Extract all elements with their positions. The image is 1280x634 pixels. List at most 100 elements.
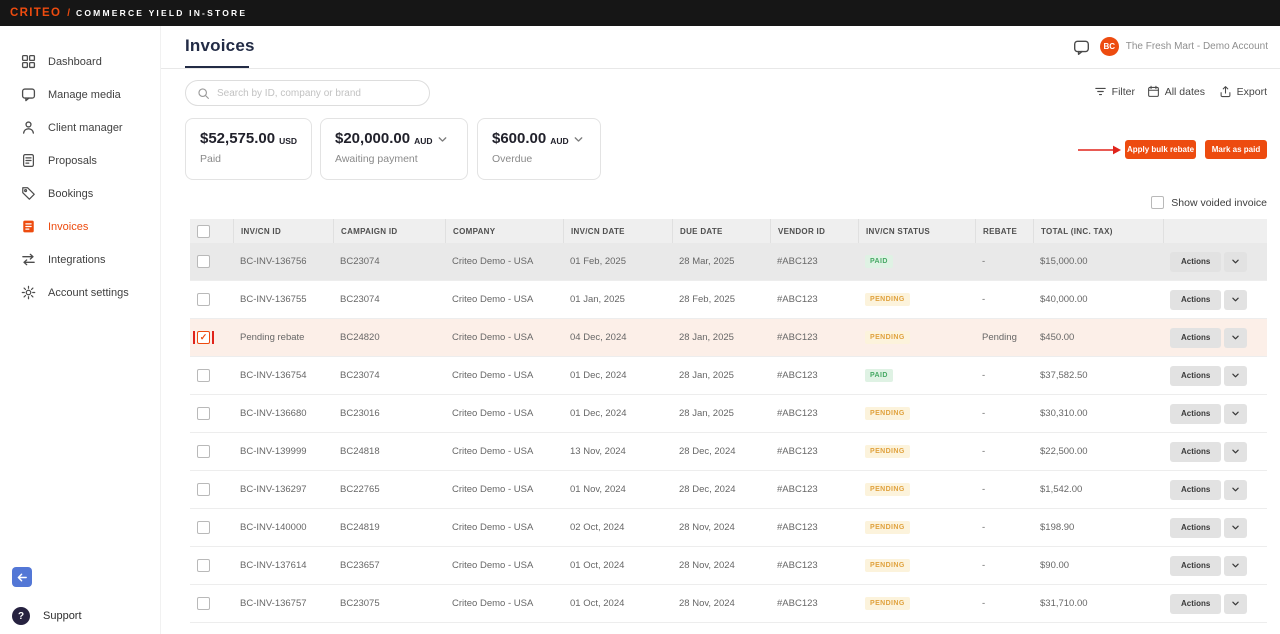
sidebar-item-client-manager[interactable]: Client manager <box>0 111 160 144</box>
sidebar-item-dashboard[interactable]: Dashboard <box>0 45 160 78</box>
row-checkbox[interactable] <box>197 597 210 610</box>
chevron-down-icon[interactable] <box>437 134 448 145</box>
company-cell: Criteo Demo - USA <box>445 332 563 343</box>
collapse-sidebar-button[interactable] <box>12 567 32 587</box>
app-root: CRITEO / COMMERCE YIELD IN-STORE Dashboa… <box>0 0 1280 634</box>
inv-date-cell: 02 Oct, 2024 <box>563 522 672 533</box>
account-menu[interactable]: BC The Fresh Mart - Demo Account <box>1100 37 1268 56</box>
actions-button[interactable]: Actions <box>1170 290 1221 310</box>
chat-button[interactable] <box>1073 39 1090 59</box>
actions-dropdown-button[interactable] <box>1224 442 1247 462</box>
due-date-cell: 28 Dec, 2024 <box>672 446 770 457</box>
campaign-id-cell: BC23657 <box>333 560 445 571</box>
actions-button[interactable]: Actions <box>1170 594 1221 614</box>
actions-button[interactable]: Actions <box>1170 366 1221 386</box>
calendar-icon <box>1147 85 1160 98</box>
search-input[interactable] <box>217 88 418 99</box>
table-row: BC-INV-139999BC24818Criteo Demo - USA13 … <box>190 433 1267 471</box>
sidebar-item-proposals[interactable]: Proposals <box>0 144 160 177</box>
actions-dropdown-button[interactable] <box>1224 518 1247 538</box>
actions-button[interactable]: Actions <box>1170 518 1221 538</box>
actions-dropdown-button[interactable] <box>1224 404 1247 424</box>
company-cell: Criteo Demo - USA <box>445 560 563 571</box>
actions-button[interactable]: Actions <box>1170 404 1221 424</box>
sidebar-item-account-settings[interactable]: Account settings <box>0 276 160 309</box>
status-cell: Pending <box>858 521 975 534</box>
row-checkbox[interactable] <box>197 559 210 572</box>
due-date-cell: 28 Feb, 2025 <box>672 294 770 305</box>
actions-button[interactable]: Actions <box>1170 556 1221 576</box>
sidebar-item-label: Manage media <box>48 89 121 101</box>
inv-id-cell: BC-INV-136297 <box>233 484 333 495</box>
actions-button[interactable]: Actions <box>1170 252 1221 272</box>
total-cell: $30,310.00 <box>1033 408 1163 419</box>
row-checkbox[interactable] <box>197 255 210 268</box>
actions-cell: Actions <box>1163 442 1267 462</box>
actions-dropdown-button[interactable] <box>1224 290 1247 310</box>
status-cell: Pending <box>858 407 975 420</box>
vendor-id-cell: #ABC123 <box>770 256 858 267</box>
row-checkbox[interactable] <box>197 369 210 382</box>
support-link[interactable]: ? Support <box>12 607 82 625</box>
filter-button[interactable]: Filter <box>1094 85 1135 98</box>
status-cell: Paid <box>858 369 975 382</box>
inv-id-cell: BC-INV-136757 <box>233 598 333 609</box>
export-button[interactable]: Export <box>1219 85 1267 98</box>
row-checkbox[interactable] <box>197 445 210 458</box>
sidebar-item-bookings[interactable]: Bookings <box>0 177 160 210</box>
avatar: BC <box>1100 37 1119 56</box>
actions-button[interactable]: Actions <box>1170 328 1221 348</box>
table-row: BC-INV-140000BC24819Criteo Demo - USA02 … <box>190 509 1267 547</box>
actions-dropdown-button[interactable] <box>1224 480 1247 500</box>
table-row: ✓Pending rebateBC24820Criteo Demo - USA0… <box>190 319 1267 357</box>
filter-label: Filter <box>1112 86 1135 98</box>
company-cell: Criteo Demo - USA <box>445 446 563 457</box>
sidebar-item-invoices[interactable]: Invoices <box>0 210 160 243</box>
status-badge: Paid <box>865 369 893 382</box>
row-checkbox[interactable] <box>197 483 210 496</box>
inv-date-cell: 04 Dec, 2024 <box>563 332 672 343</box>
show-voided-toggle[interactable]: Show voided invoice <box>1151 196 1267 209</box>
actions-dropdown-button[interactable] <box>1224 556 1247 576</box>
sidebar-item-manage-media[interactable]: Manage media <box>0 78 160 111</box>
actions-dropdown-button[interactable] <box>1224 328 1247 348</box>
chevron-down-icon[interactable] <box>573 134 584 145</box>
chevron-down-icon <box>1231 295 1240 304</box>
table-row: BC-INV-136756BC23074Criteo Demo - USA01 … <box>190 243 1267 281</box>
actions-button[interactable]: Actions <box>1170 442 1221 462</box>
status-badge: Pending <box>865 521 910 534</box>
sidebar-item-label: Client manager <box>48 122 123 134</box>
account-settings-icon <box>20 285 36 301</box>
status-badge: Pending <box>865 331 910 344</box>
campaign-id-cell: BC23016 <box>333 408 445 419</box>
date-range-button[interactable]: All dates <box>1147 85 1205 98</box>
chevron-down-icon <box>1231 599 1240 608</box>
campaign-id-cell: BC23074 <box>333 294 445 305</box>
actions-cell: Actions <box>1163 252 1267 272</box>
status-badge: Pending <box>865 483 910 496</box>
actions-dropdown-button[interactable] <box>1224 366 1247 386</box>
company-cell: Criteo Demo - USA <box>445 370 563 381</box>
dashboard-icon <box>20 54 36 70</box>
apply-bulk-rebate-button[interactable]: Apply bulk rebate <box>1125 140 1196 159</box>
actions-cell: Actions <box>1163 366 1267 386</box>
actions-dropdown-button[interactable] <box>1224 594 1247 614</box>
actions-dropdown-button[interactable] <box>1224 252 1247 272</box>
actions-column-header <box>1163 219 1267 243</box>
card-amount: $52,575.00 <box>200 130 275 147</box>
table-row: BC-INV-136754BC23074Criteo Demo - USA01 … <box>190 357 1267 395</box>
row-checkbox[interactable] <box>197 521 210 534</box>
row-checkbox[interactable] <box>197 407 210 420</box>
select-all-checkbox[interactable] <box>197 225 210 238</box>
show-voided-checkbox[interactable] <box>1151 196 1164 209</box>
row-checkbox[interactable] <box>197 293 210 306</box>
mark-as-paid-button[interactable]: Mark as paid <box>1205 140 1267 159</box>
company-cell: Criteo Demo - USA <box>445 408 563 419</box>
column-header: CAMPAIGN ID <box>333 219 445 243</box>
rebate-cell: - <box>975 484 1033 495</box>
due-date-cell: 28 Nov, 2024 <box>672 560 770 571</box>
actions-button[interactable]: Actions <box>1170 480 1221 500</box>
sidebar-item-integrations[interactable]: Integrations <box>0 243 160 276</box>
table-header: INV/CN IDCAMPAIGN IDCOMPANYINV/CN DATEDU… <box>190 219 1267 243</box>
row-checkbox[interactable]: ✓ <box>197 331 210 344</box>
